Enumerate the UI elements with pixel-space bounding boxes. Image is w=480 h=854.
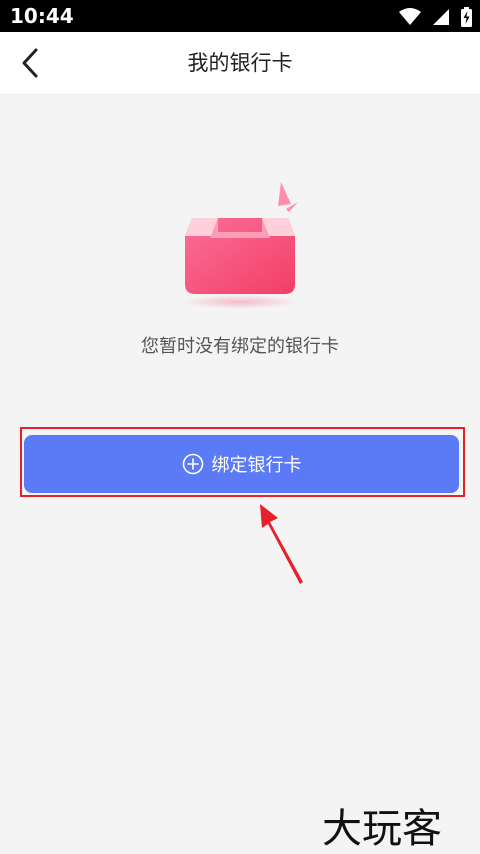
watermark-logo: 大玩客 bbox=[322, 806, 442, 848]
bind-card-label: 绑定银行卡 bbox=[211, 455, 302, 476]
status-bar: 10:44 bbox=[0, 0, 480, 32]
annotation-arrow-icon bbox=[260, 504, 303, 584]
wifi-icon bbox=[398, 7, 421, 25]
status-icons bbox=[393, 6, 472, 27]
plus-circle-icon bbox=[182, 453, 203, 475]
bind-card-button[interactable]: 绑定银行卡 bbox=[24, 435, 459, 493]
cell-signal-icon bbox=[432, 8, 449, 25]
page-title: 我的银行卡 bbox=[187, 51, 293, 75]
empty-message: 您暂时没有绑定的银行卡 bbox=[141, 336, 339, 357]
battery-charging-icon bbox=[461, 6, 472, 27]
header-bar: 我的银行卡 bbox=[0, 32, 480, 95]
empty-box-illustration bbox=[182, 182, 298, 309]
watermark-text: 大玩客 bbox=[322, 806, 442, 848]
status-time: 10:44 bbox=[10, 4, 74, 28]
